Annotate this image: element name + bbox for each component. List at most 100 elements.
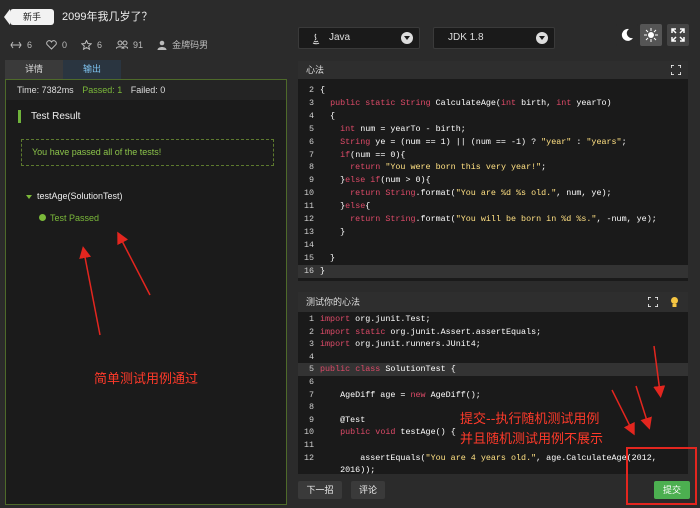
code-line[interactable]: 6 String ye = (num == 1) || (num == -1) … <box>298 136 688 149</box>
test-suite[interactable]: testAge(SolutionTest) <box>26 191 123 201</box>
line-number: 9 <box>308 175 314 186</box>
pass-message: You have passed all of the tests! <box>21 139 274 166</box>
code-line[interactable]: 7 AgeDiff age = new AgeDiff(); <box>298 389 688 402</box>
result-summary: Time: 7382ms Passed: 1 Failed: 0 <box>6 80 286 100</box>
forks-count: 6 <box>27 39 33 50</box>
dark-mode-button[interactable] <box>616 24 638 46</box>
user-icon <box>157 40 167 50</box>
code-line[interactable]: 7 if(num == 0){ <box>298 149 688 162</box>
java-icon <box>312 33 320 45</box>
line-number: 9 <box>308 414 314 425</box>
test-result-heading: Test Result <box>18 110 80 123</box>
check-circle-icon <box>39 214 46 221</box>
chevron-down-icon <box>401 32 413 44</box>
likes-stat: 0 <box>46 38 67 51</box>
line-number: 6 <box>308 377 314 387</box>
line-number: 7 <box>308 149 314 160</box>
code-text: String ye = (num == 1) || (num == -1) ? … <box>340 136 627 147</box>
forks-stat: 6 <box>10 38 32 51</box>
author-name[interactable]: 金牌码男 <box>172 38 208 51</box>
code-text: if(num == 0){ <box>340 149 406 160</box>
language-select[interactable]: Java <box>298 27 420 49</box>
code-text: @Test <box>320 414 366 425</box>
code-line[interactable]: 16} <box>298 264 688 278</box>
tab-output[interactable]: 输出 <box>63 60 121 79</box>
author[interactable]: 金牌码男 <box>157 38 208 51</box>
annotation-submit-1: 提交--执行随机测试用例 <box>460 412 600 427</box>
line-number: 15 <box>303 252 314 263</box>
code-text: public static String CalculateAge(int bi… <box>330 97 612 108</box>
line-number: 2 <box>308 85 314 95</box>
code-line[interactable]: 11 }else{ <box>298 200 688 213</box>
caret-down-icon <box>26 194 32 199</box>
output-panel: Time: 7382ms Passed: 1 Failed: 0 Test Re… <box>5 79 287 505</box>
line-number: 3 <box>308 97 314 108</box>
users-count: 91 <box>133 39 144 50</box>
code-line[interactable]: 3 public static String CalculateAge(int … <box>298 97 688 110</box>
code-text: import static org.junit.Assert.assertEqu… <box>320 326 542 337</box>
code-line[interactable]: 15 } <box>298 252 688 265</box>
line-number: 12 <box>303 452 314 463</box>
code-line[interactable]: 13 } <box>298 226 688 239</box>
moon-icon <box>621 28 633 41</box>
code-text: } <box>320 265 326 276</box>
code-line[interactable]: 3 import org.junit.runners.JUnit4; <box>298 338 688 351</box>
kata-title: 2099年我几岁了？ <box>62 11 153 23</box>
likes-count: 0 <box>62 39 68 50</box>
code-text: { <box>320 85 326 95</box>
code-line[interactable]: 4 <box>298 351 688 364</box>
jdk-select[interactable]: JDK 1.8 <box>433 27 555 49</box>
code-line[interactable]: 10 return String.format("You are %d %s o… <box>298 187 688 200</box>
star-icon <box>81 39 93 50</box>
light-mode-button[interactable] <box>640 24 662 46</box>
code-line[interactable]: 2 import static org.junit.Assert.assertEq… <box>298 326 688 339</box>
test-status-text: Test Passed <box>50 213 100 223</box>
language-value: Java <box>329 32 351 43</box>
code-line[interactable]: 1 import org.junit.Test; <box>298 313 688 326</box>
line-number: 8 <box>308 402 314 413</box>
tab-details[interactable]: 详情 <box>5 60 63 79</box>
run-time: Time: 7382ms <box>17 85 74 95</box>
code-text: import org.junit.runners.JUnit4; <box>320 339 481 350</box>
fork-icon <box>10 41 22 48</box>
expand-icon[interactable] <box>648 297 658 307</box>
test-header: 测试你的心法 <box>298 292 688 312</box>
line-number: 5 <box>308 123 314 134</box>
code-text: } <box>320 252 336 263</box>
code-line[interactable]: 12 return String.format("You will be bor… <box>298 213 688 226</box>
failed-count: Failed: 0 <box>130 85 166 95</box>
code-text: } <box>320 226 346 237</box>
code-text: return String.format("You are %d %s old.… <box>350 188 612 199</box>
code-line[interactable]: 5 int num = yearTo - birth; <box>298 123 688 136</box>
code-line[interactable]: 9 }else if(num > 0){ <box>298 174 688 187</box>
code-text: assertEquals("You are 4 years old.", age… <box>320 452 657 463</box>
code-text: { <box>320 110 336 121</box>
line-number: 1 <box>308 314 314 324</box>
code-line[interactable]: 4 { <box>298 110 688 123</box>
solution-editor[interactable]: 心法 2{3 public static String CalculateAge… <box>298 61 688 281</box>
code-line[interactable]: 2{ <box>298 84 688 97</box>
next-button[interactable]: 下一招 <box>298 481 342 499</box>
highlight-box <box>626 447 697 505</box>
code-line[interactable]: 14 <box>298 239 688 252</box>
result-tabs: 详情 输出 <box>5 60 121 79</box>
code-line[interactable]: 6 <box>298 376 688 389</box>
lightbulb-icon[interactable] <box>669 296 680 308</box>
code-line[interactable]: 8 return "You were born this very year!"… <box>298 161 688 174</box>
comment-button[interactable]: 评论 <box>351 481 385 499</box>
expand-icon[interactable] <box>671 65 681 75</box>
fullscreen-button[interactable] <box>667 24 689 46</box>
passed-count: Passed: 1 <box>82 85 123 95</box>
users-stat: 91 <box>116 38 143 51</box>
stars-stat: 6 <box>81 38 102 51</box>
stars-count: 6 <box>97 39 103 50</box>
solution-header: 心法 <box>298 61 688 79</box>
line-number: 3 <box>308 339 314 350</box>
code-text: AgeDiff age = new AgeDiff(); <box>320 389 481 400</box>
code-text: }else if(num > 0){ <box>320 175 431 186</box>
heart-icon <box>46 39 57 50</box>
code-line[interactable]: 5 public class SolutionTest { <box>298 363 688 377</box>
level-badge: 新手 <box>4 9 54 25</box>
line-number: 16 <box>303 265 314 276</box>
test-passed: Test Passed <box>39 213 99 223</box>
